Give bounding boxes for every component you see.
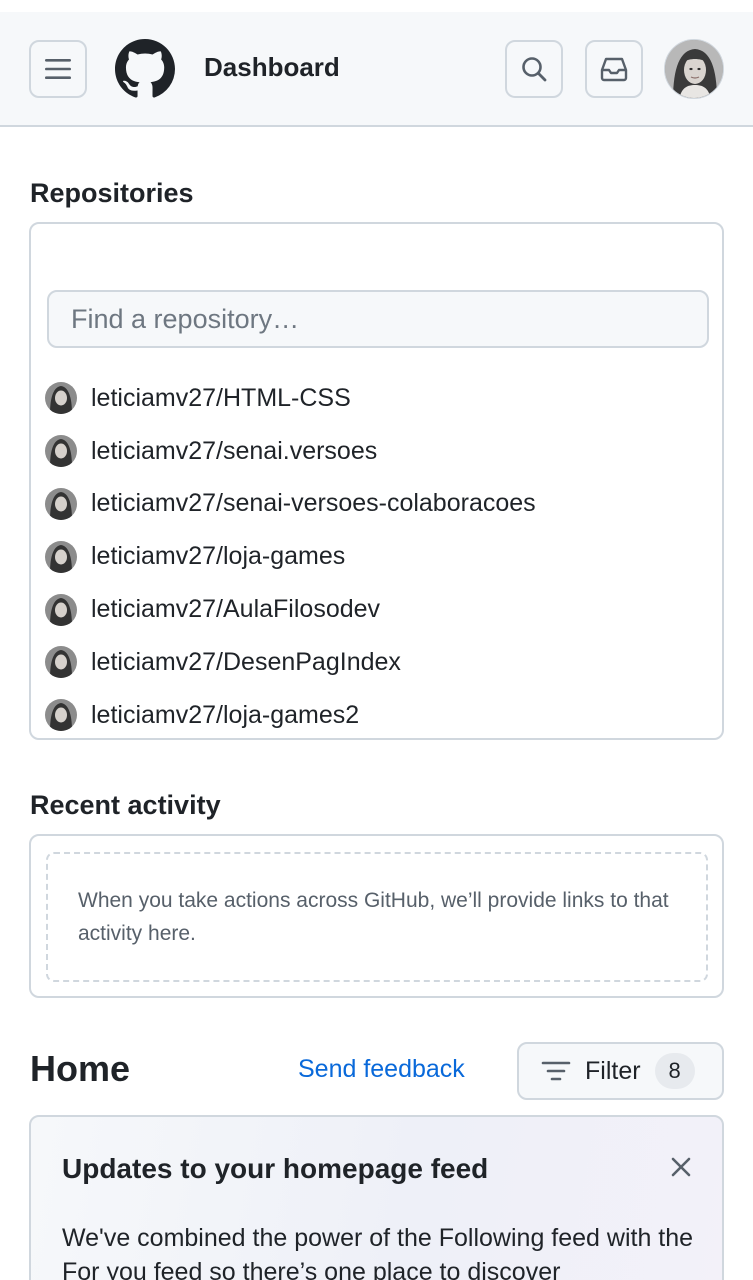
search-icon <box>522 57 547 82</box>
repository-name: leticiamv27/loja-games <box>91 542 346 571</box>
filter-label: Filter <box>585 1056 641 1085</box>
repository-name: leticiamv27/HTML-CSS <box>91 383 351 412</box>
repository-name: leticiamv27/loja-games2 <box>91 700 360 729</box>
repo-owner-avatar <box>45 593 77 626</box>
filter-icon <box>541 1061 571 1081</box>
repository-name: leticiamv27/AulaFilosodev <box>91 595 381 624</box>
activity-empty-state: When you take actions across GitHub, we’… <box>46 852 708 982</box>
repository-name: leticiamv27/senai-versoes-colaboracoes <box>91 489 536 518</box>
filter-count-badge: 8 <box>654 1053 695 1089</box>
recent-activity-heading: Recent activity <box>30 790 221 820</box>
menu-button[interactable] <box>29 40 87 98</box>
filter-button[interactable]: Filter 8 <box>517 1042 724 1100</box>
page-title: Dashboard <box>204 52 340 82</box>
inbox-button[interactable] <box>585 40 643 98</box>
user-avatar-image <box>665 40 723 98</box>
github-logo-icon[interactable] <box>115 39 175 99</box>
close-icon <box>671 1157 691 1177</box>
repositories-panel: leticiamv27/HTML-CSS leticiamv27/senai.v… <box>29 222 724 740</box>
repository-item[interactable]: leticiamv27/loja-games <box>45 530 705 583</box>
search-button[interactable] <box>505 40 563 98</box>
repo-owner-avatar <box>45 487 77 520</box>
home-heading: Home <box>30 1048 131 1089</box>
send-feedback-link[interactable]: Send feedback <box>298 1055 465 1084</box>
repository-item[interactable]: leticiamv27/loja-games2 <box>45 689 705 742</box>
repository-item[interactable]: leticiamv27/AulaFilosodev <box>45 583 705 636</box>
repository-item[interactable]: leticiamv27/senai-versoes-colaboracoes <box>45 478 705 531</box>
repo-owner-avatar <box>45 382 77 415</box>
repository-list: leticiamv27/HTML-CSS leticiamv27/senai.v… <box>45 372 705 742</box>
repository-name: leticiamv27/DesenPagIndex <box>91 647 401 676</box>
repo-owner-avatar <box>45 435 77 468</box>
dismiss-updates-button[interactable] <box>665 1151 697 1183</box>
repository-item[interactable]: leticiamv27/HTML-CSS <box>45 372 705 425</box>
activity-empty-message: When you take actions across GitHub, we’… <box>78 889 669 945</box>
find-repository-input[interactable] <box>47 290 709 348</box>
inbox-icon <box>600 57 628 82</box>
repository-item[interactable]: leticiamv27/senai.versoes <box>45 425 705 478</box>
feed-updates-card: Updates to your homepage feed We've comb… <box>29 1115 724 1280</box>
app-header: Dashboard <box>0 12 753 127</box>
updates-title: Updates to your homepage feed <box>62 1153 489 1184</box>
repo-owner-avatar <box>45 646 77 679</box>
updates-body: We've combined the power of the Followin… <box>62 1224 694 1280</box>
repo-owner-avatar <box>45 699 77 732</box>
status-bar-area <box>0 0 753 12</box>
repository-item[interactable]: leticiamv27/DesenPagIndex <box>45 636 705 689</box>
hamburger-menu-icon <box>45 59 71 79</box>
recent-activity-panel: When you take actions across GitHub, we’… <box>29 834 724 998</box>
repositories-heading: Repositories <box>30 178 194 208</box>
user-avatar[interactable] <box>664 39 724 99</box>
repository-name: leticiamv27/senai.versoes <box>91 436 378 465</box>
repo-owner-avatar <box>45 540 77 573</box>
